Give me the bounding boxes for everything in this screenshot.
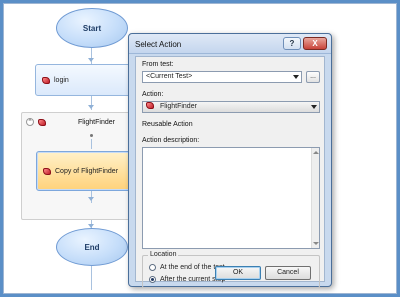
- connector-arrow: [88, 197, 94, 201]
- scroll-down-icon[interactable]: [313, 242, 319, 245]
- flightfinder-group[interactable]: ^ FlightFinder Copy of FlightFinder: [21, 112, 139, 220]
- action-type-label: Reusable Action: [142, 121, 193, 128]
- description-label: Action description:: [142, 137, 200, 144]
- connector-dot: [90, 134, 93, 137]
- action-description-field[interactable]: [142, 147, 320, 249]
- login-action-node[interactable]: login: [35, 64, 135, 96]
- connector: [91, 139, 92, 149]
- action-combo[interactable]: FlightFinder: [142, 101, 320, 113]
- collapse-icon[interactable]: ^: [26, 118, 34, 126]
- login-action-label: login: [54, 76, 69, 84]
- dialog-body: From test: <Current Test> ... Action: Fl…: [135, 56, 325, 288]
- copy-of-flightfinder-node[interactable]: Copy of FlightFinder: [36, 151, 139, 191]
- dialog-button-row: OK Cancel: [129, 263, 331, 283]
- dialog-title: Select Action: [135, 40, 182, 49]
- connector-arrow: [88, 105, 94, 109]
- help-icon: ?: [289, 39, 295, 48]
- cancel-label: Cancel: [277, 269, 299, 276]
- action-icon: [38, 118, 46, 126]
- action-label: Action:: [142, 91, 164, 98]
- end-node[interactable]: End: [56, 228, 128, 266]
- action-icon: [146, 102, 154, 109]
- group-label: FlightFinder: [78, 119, 115, 126]
- ok-label: OK: [232, 269, 244, 276]
- dropdown-arrow-icon: [311, 105, 317, 109]
- copy-node-label: Copy of FlightFinder: [55, 167, 119, 175]
- help-button[interactable]: ?: [283, 37, 301, 50]
- end-node-label: End: [84, 242, 100, 252]
- dialog-titlebar[interactable]: Select Action ? X: [129, 34, 331, 54]
- from-test-value: <Current Test>: [146, 73, 193, 80]
- browse-button[interactable]: ...: [306, 71, 320, 83]
- close-icon: X: [312, 39, 318, 48]
- description-scrollbar[interactable]: [311, 148, 319, 248]
- start-node-label: Start: [82, 23, 102, 33]
- from-test-label: From test:: [142, 61, 174, 68]
- ok-button[interactable]: OK: [215, 266, 261, 280]
- cancel-button[interactable]: Cancel: [265, 266, 311, 280]
- location-label: Location: [148, 251, 179, 258]
- start-node[interactable]: Start: [56, 8, 128, 48]
- from-test-combo[interactable]: <Current Test>: [142, 71, 302, 83]
- browse-label: ...: [310, 73, 316, 80]
- close-button[interactable]: X: [303, 37, 327, 50]
- connector: [91, 266, 92, 290]
- action-icon: [43, 167, 51, 175]
- group-header: ^: [26, 117, 50, 127]
- action-icon: [42, 76, 50, 84]
- dropdown-arrow-icon: [293, 75, 299, 79]
- connector-arrow: [88, 58, 94, 62]
- select-action-dialog: Select Action ? X From test: <Current Te…: [128, 33, 332, 288]
- scroll-up-icon[interactable]: [313, 151, 319, 154]
- action-value: FlightFinder: [159, 103, 197, 110]
